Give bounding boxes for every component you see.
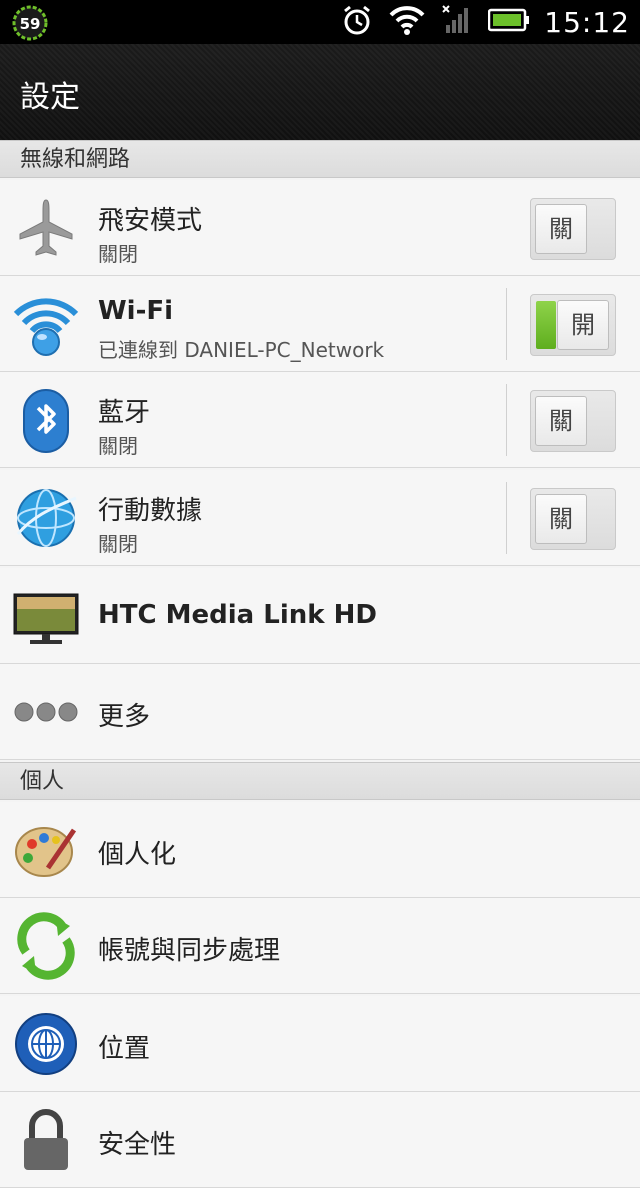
- tv-icon: [12, 582, 80, 650]
- sync-icon: [12, 912, 80, 980]
- row-mobile-data[interactable]: 行動數據 關閉 關: [0, 470, 640, 566]
- row-location[interactable]: 位置: [0, 996, 640, 1092]
- row-label: 更多: [98, 702, 151, 732]
- toggle-knob: 開: [557, 300, 609, 350]
- row-status: 已連線到 DANIEL-PC_Network: [98, 338, 385, 362]
- section-header-personal: 個人: [0, 762, 640, 800]
- divider: [506, 482, 507, 554]
- row-security[interactable]: 安全性: [0, 1092, 640, 1188]
- notification-badge-icon: 59: [12, 5, 48, 41]
- row-accounts-sync[interactable]: 帳號與同步處理: [0, 898, 640, 994]
- row-label: Wi-Fi: [98, 296, 174, 326]
- row-media-link[interactable]: HTC Media Link HD: [0, 568, 640, 664]
- toggle-knob: 關: [535, 494, 587, 544]
- mobile-data-toggle[interactable]: 關: [530, 488, 616, 550]
- bluetooth-toggle[interactable]: 關: [530, 390, 616, 452]
- palette-icon: [12, 816, 80, 884]
- clock: 15:12: [544, 5, 630, 39]
- wifi-icon: [388, 3, 426, 41]
- row-label: 飛安模式: [98, 206, 203, 236]
- alarm-icon: [340, 3, 374, 41]
- toggle-on-indicator: [536, 301, 556, 349]
- toggle-knob: 關: [535, 204, 587, 254]
- row-bluetooth[interactable]: 藍牙 關閉 關: [0, 372, 640, 468]
- row-label: 帳號與同步處理: [98, 936, 281, 966]
- row-status: 關閉: [98, 532, 138, 556]
- row-label: 藍牙: [98, 398, 151, 428]
- airplane-icon: [12, 194, 80, 262]
- row-wifi[interactable]: Wi-Fi 已連線到 DANIEL-PC_Network 開: [0, 276, 640, 372]
- globe-icon: [12, 484, 80, 552]
- row-label: 個人化: [98, 840, 177, 870]
- location-compass-icon: [12, 1010, 80, 1078]
- signal-icon: [440, 3, 474, 41]
- wifi-toggle[interactable]: 開: [530, 294, 616, 356]
- title-bar: 設定: [0, 44, 640, 142]
- more-icon: [12, 678, 80, 746]
- svg-text:59: 59: [20, 15, 41, 33]
- bluetooth-icon: [12, 386, 80, 454]
- row-label: 行動數據: [98, 496, 203, 526]
- row-label: 位置: [98, 1034, 151, 1064]
- row-airplane-mode[interactable]: 飛安模式 關閉 關: [0, 180, 640, 276]
- airplane-mode-toggle[interactable]: 關: [530, 198, 616, 260]
- row-status: 關閉: [98, 434, 138, 458]
- toggle-knob: 關: [535, 396, 587, 446]
- row-label: 安全性: [98, 1130, 177, 1160]
- divider: [506, 288, 507, 360]
- divider: [506, 384, 507, 456]
- row-status: 關閉: [98, 242, 138, 266]
- row-label: HTC Media Link HD: [98, 600, 377, 630]
- battery-icon: [488, 7, 530, 37]
- wifi-settings-icon: [12, 290, 80, 358]
- section-header-wireless: 無線和網路: [0, 140, 640, 178]
- page-title: 設定: [20, 80, 80, 115]
- lock-icon: [12, 1106, 80, 1174]
- status-bar: 59 15:12: [0, 0, 640, 44]
- row-personalize[interactable]: 個人化: [0, 802, 640, 898]
- row-more[interactable]: 更多: [0, 664, 640, 760]
